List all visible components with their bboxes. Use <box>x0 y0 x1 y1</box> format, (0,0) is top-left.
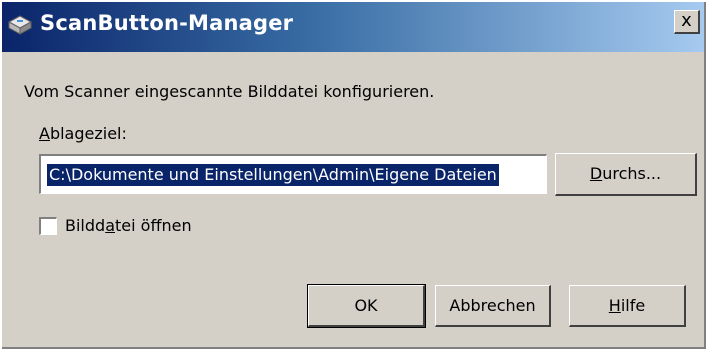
dialog-description: Vom Scanner eingescannte Bilddatei konfi… <box>24 82 435 101</box>
cancel-button-label: Abbrechen <box>449 296 536 315</box>
target-path-value[interactable]: C:\Dokumente und Einstellungen\Admin\Eig… <box>47 164 499 186</box>
scanbutton-dialog: ScanButton-Manager x Vom Scanner eingesc… <box>2 2 706 349</box>
title-bar[interactable]: ScanButton-Manager x <box>2 2 704 52</box>
help-button-label: Hilfe <box>608 296 646 315</box>
close-icon: x <box>681 10 692 31</box>
browse-button-label: Durchs... <box>589 164 662 183</box>
open-file-label[interactable]: Bilddatei öffnen <box>65 216 192 235</box>
target-path-input[interactable]: C:\Dokumente und Einstellungen\Admin\Eig… <box>39 154 547 194</box>
scanner-icon <box>7 15 33 35</box>
ok-button-label: OK <box>354 296 378 315</box>
open-file-checkbox[interactable] <box>39 217 57 235</box>
browse-button[interactable]: Durchs... <box>555 153 697 196</box>
close-button[interactable]: x <box>674 10 700 34</box>
target-label-rest: blageziel: <box>49 124 127 143</box>
target-label: Ablageziel: <box>39 124 127 143</box>
ok-button[interactable]: OK <box>307 284 426 328</box>
cancel-button[interactable]: Abbrechen <box>435 285 551 327</box>
window-title: ScanButton-Manager <box>40 11 294 35</box>
help-button[interactable]: Hilfe <box>569 285 686 327</box>
